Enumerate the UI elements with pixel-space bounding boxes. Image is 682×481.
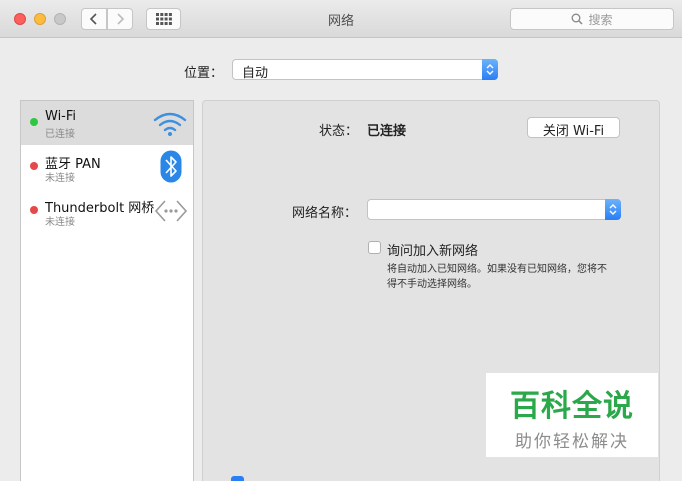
search-icon xyxy=(572,13,584,25)
service-item-bluetooth-pan[interactable]: 蓝牙 PAN 未连接 xyxy=(21,145,193,189)
menu-bar-status-checkbox[interactable] xyxy=(231,476,244,481)
location-value: 自动 xyxy=(242,66,269,81)
service-status: 已连接 xyxy=(45,129,75,140)
service-name: Wi-Fi xyxy=(45,109,77,124)
status-dot-disconnected xyxy=(30,162,38,170)
watermark-subtitle: 助你轻松解决 xyxy=(515,432,629,452)
ask-join-note-line1: 将自动加入已知网络。如果没有已知网络，您将不 xyxy=(387,264,607,275)
watermark-logo: 百科全说 助你轻松解决 xyxy=(486,373,658,457)
title-bar: 网络 搜索 xyxy=(0,0,682,38)
service-list: Wi-Fi 已连接 蓝牙 PAN 未连接 Thunderbolt 网桥 未连接 xyxy=(20,100,194,481)
status-dot-disconnected xyxy=(30,206,38,214)
popup-arrows-icon xyxy=(605,199,621,220)
search-field[interactable]: 搜索 xyxy=(510,8,674,30)
service-item-wifi[interactable]: Wi-Fi 已连接 xyxy=(21,101,193,145)
status-label: 状态： xyxy=(319,124,359,139)
search-placeholder: 搜索 xyxy=(588,12,613,27)
turn-off-wifi-button[interactable]: 关闭 Wi-Fi xyxy=(527,117,620,139)
location-popup[interactable]: 自动 xyxy=(232,59,498,81)
location-label: 位置： xyxy=(184,66,224,81)
service-item-thunderbolt-bridge[interactable]: Thunderbolt 网桥 未连接 xyxy=(21,189,193,233)
network-name-label: 网络名称： xyxy=(292,206,358,221)
thunderbolt-bridge-icon xyxy=(154,200,188,222)
status-value: 已连接 xyxy=(367,124,407,139)
ask-join-checkbox[interactable] xyxy=(368,241,381,254)
popup-arrows-icon xyxy=(482,59,498,80)
service-status: 未连接 xyxy=(45,217,75,228)
network-name-popup[interactable] xyxy=(367,199,621,220)
bluetooth-icon xyxy=(160,150,182,183)
watermark-title: 百科全说 xyxy=(510,389,634,424)
service-status: 未连接 xyxy=(45,173,75,184)
wifi-icon xyxy=(153,112,187,136)
ask-join-label: 询问加入新网络 xyxy=(387,244,479,259)
status-dot-connected xyxy=(30,118,38,126)
ask-join-note-line2: 得不手动选择网络。 xyxy=(387,279,477,290)
